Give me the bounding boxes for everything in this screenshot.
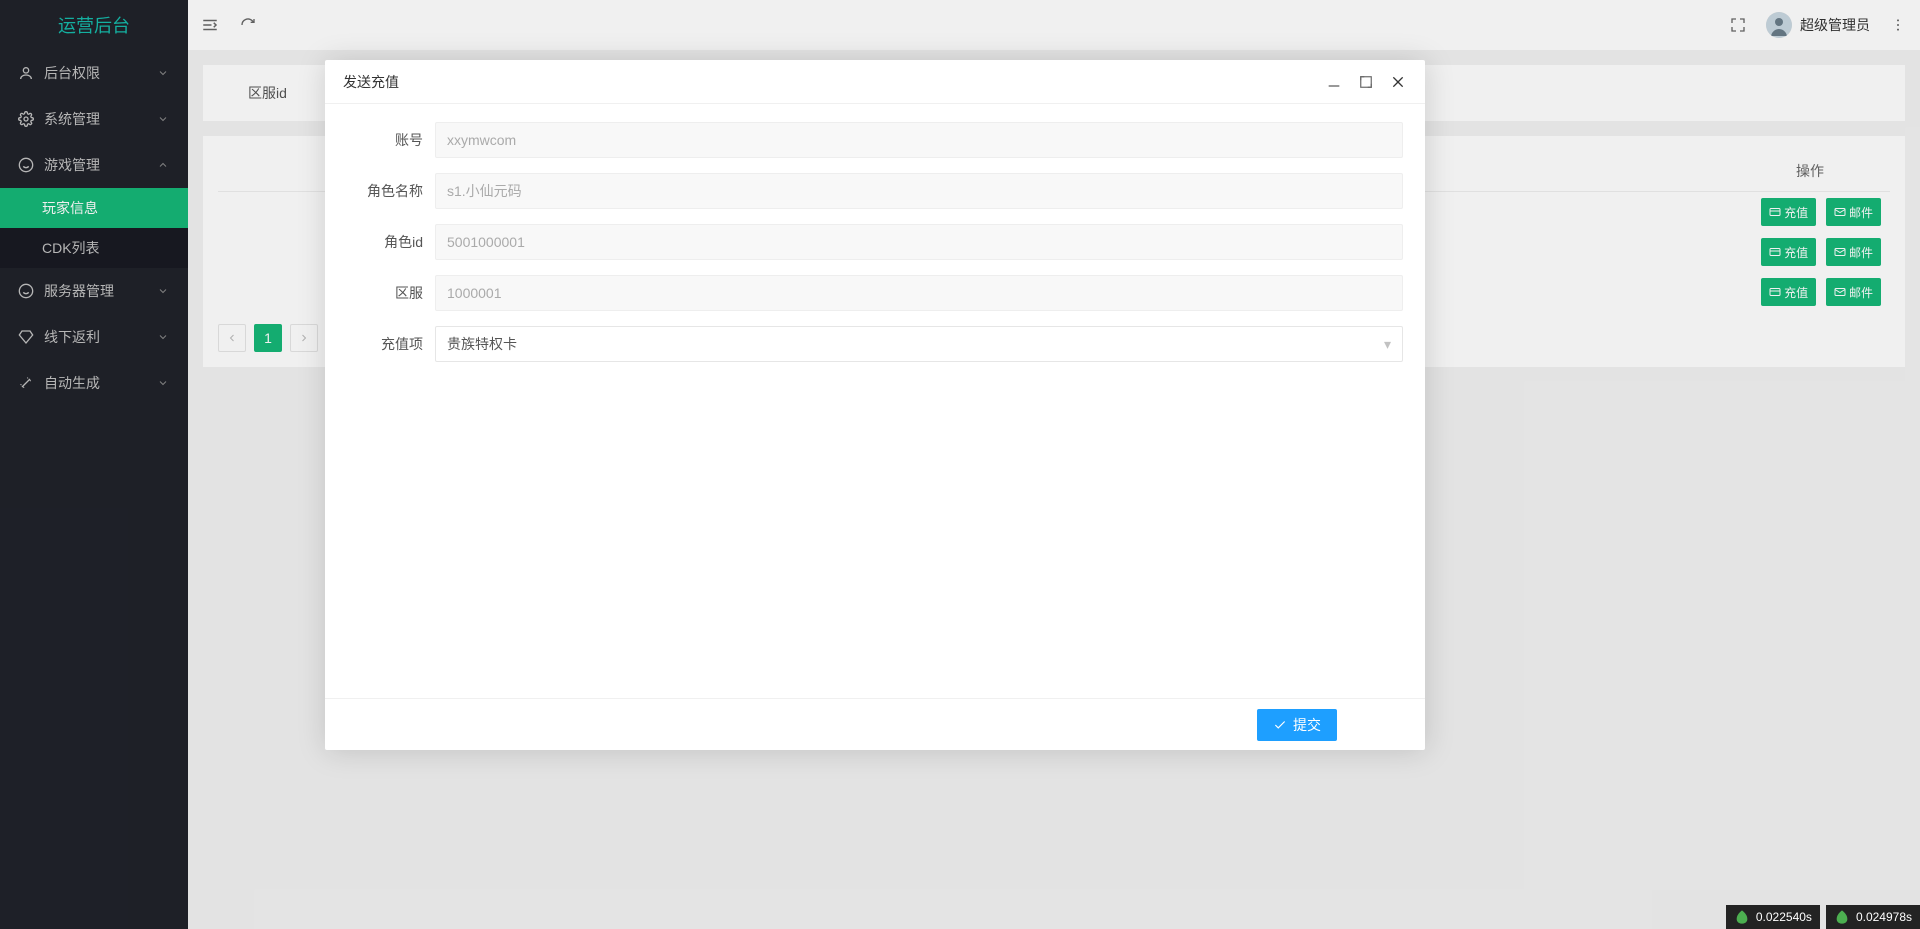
- label-item: 充值项: [347, 334, 435, 354]
- input-rolename[interactable]: [435, 173, 1403, 209]
- input-server[interactable]: [435, 275, 1403, 311]
- minimize-button[interactable]: [1325, 73, 1343, 91]
- submit-button[interactable]: 提交: [1257, 709, 1337, 741]
- recharge-modal: 发送充值 账号 角色名称 角色id 区服: [325, 60, 1425, 750]
- modal-title: 发送充值: [343, 72, 399, 92]
- select-value: 贵族特权卡: [447, 334, 517, 354]
- leaf-icon: [1734, 909, 1750, 925]
- label-rolename: 角色名称: [347, 181, 435, 201]
- label-roleid: 角色id: [347, 232, 435, 252]
- debug-overlay: 0.022540s 0.024978s: [1726, 905, 1920, 929]
- label-server: 区服: [347, 283, 435, 303]
- input-roleid[interactable]: [435, 224, 1403, 260]
- debug-badge[interactable]: 0.024978s: [1826, 905, 1920, 929]
- input-account[interactable]: [435, 122, 1403, 158]
- select-recharge-item[interactable]: 贵族特权卡 ▾: [435, 326, 1403, 362]
- close-button[interactable]: [1389, 73, 1407, 91]
- caret-down-icon: ▾: [1384, 336, 1391, 353]
- maximize-button[interactable]: [1357, 73, 1375, 91]
- label-account: 账号: [347, 130, 435, 150]
- debug-badge[interactable]: 0.022540s: [1726, 905, 1820, 929]
- check-icon: [1273, 718, 1287, 732]
- leaf-icon: [1834, 909, 1850, 925]
